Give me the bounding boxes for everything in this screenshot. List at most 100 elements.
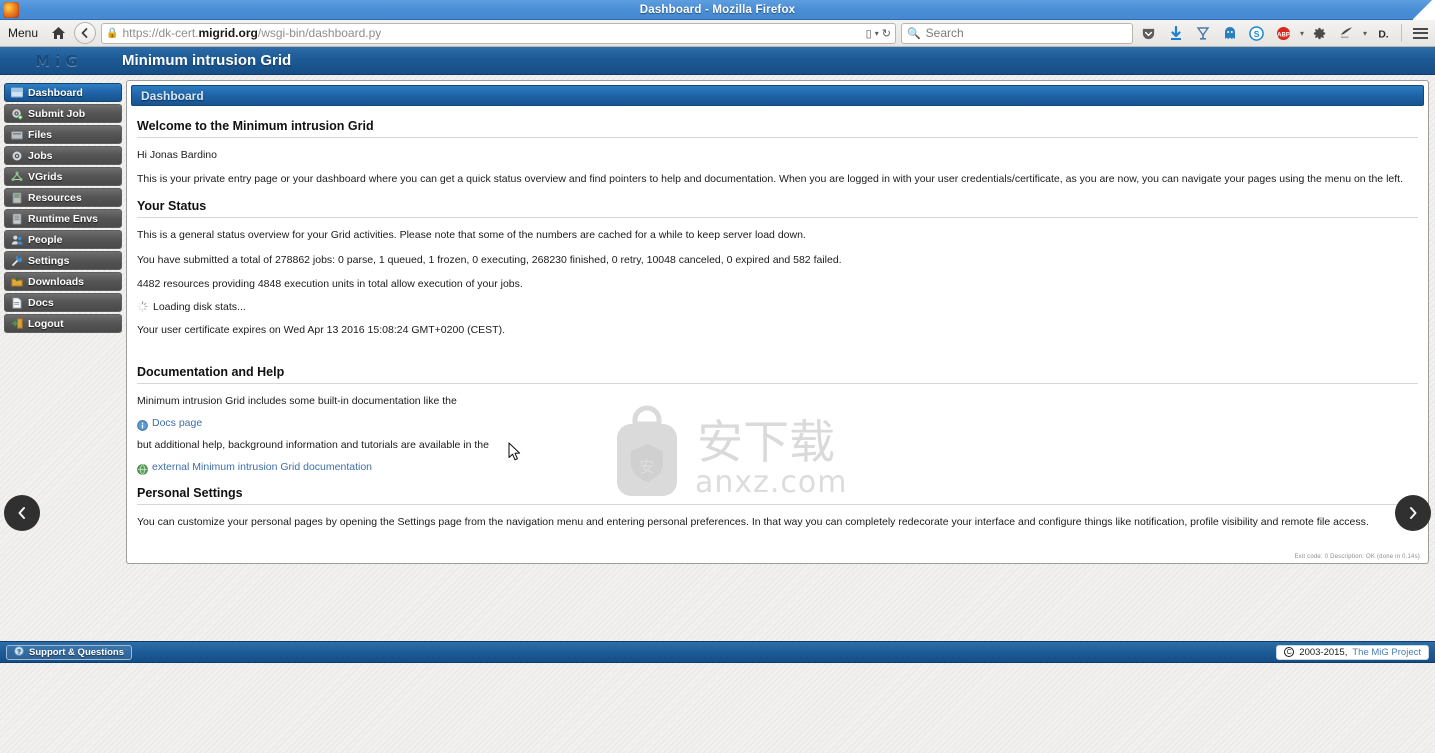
lock-icon: 🔒 — [106, 27, 119, 39]
toolbar-divider — [1401, 24, 1402, 42]
site-title: Minimum intrusion Grid — [122, 52, 292, 69]
welcome-heading: Welcome to the Minimum intrusion Grid — [137, 119, 374, 133]
docs-page-link[interactable]: Docs page — [152, 417, 202, 429]
docs-heading: Documentation and Help — [137, 365, 285, 380]
address-bar-actions: ▯ ▾ ↻ — [866, 27, 891, 40]
sidebar-item-label: Docs — [28, 296, 54, 309]
sidebar-item-people[interactable]: People — [4, 230, 122, 249]
sidebar-item-logout[interactable]: Logout — [4, 314, 122, 333]
reader-mode-icon[interactable]: ▯ — [866, 27, 872, 40]
carousel-prev-button[interactable] — [4, 495, 40, 531]
resources-icon — [11, 191, 23, 204]
sidebar-item-label: VGrids — [28, 170, 63, 183]
flash-chevron-down-icon[interactable]: ▾ — [1363, 29, 1367, 38]
sidebar-item-label: Downloads — [28, 275, 85, 288]
ghostery-icon[interactable] — [1219, 22, 1241, 44]
support-questions-label: Support & Questions — [29, 646, 124, 658]
sidebar-item-docs[interactable]: Docs — [4, 293, 122, 312]
intro-text: This is your private entry page or your … — [137, 173, 1403, 186]
site-header: MiG Minimum intrusion Grid — [0, 47, 1435, 75]
sidebar-item-label: Submit Job — [28, 107, 86, 120]
adblock-icon[interactable]: ABP — [1273, 22, 1295, 44]
section-divider — [137, 383, 1418, 385]
sidebar-item-label: Resources — [28, 191, 82, 204]
sidebar-item-files[interactable]: Files — [4, 125, 122, 144]
search-placeholder: Search — [925, 26, 964, 40]
docs-icon — [11, 296, 23, 309]
support-icon: ? — [14, 645, 24, 659]
gear-icon[interactable] — [1309, 22, 1331, 44]
sidebar-item-runtime-envs[interactable]: Runtime Envs — [4, 209, 122, 228]
docs-middle-text: but additional help, background informat… — [137, 439, 489, 452]
menu-button[interactable]: Menu — [4, 25, 42, 41]
status-heading: Your Status — [137, 199, 207, 214]
chevron-down-icon[interactable]: ▾ — [875, 29, 879, 38]
carousel-next-button[interactable] — [1395, 495, 1431, 531]
people-icon — [11, 234, 23, 246]
skype-icon[interactable]: S — [1246, 22, 1268, 44]
sidebar-item-dashboard[interactable]: Dashboard — [4, 83, 122, 102]
sidebar-item-submit-job[interactable]: Submit Job — [4, 104, 122, 123]
back-button[interactable] — [74, 22, 97, 44]
flash-icon[interactable] — [1336, 22, 1358, 44]
sidebar-item-settings[interactable]: Settings — [4, 251, 122, 270]
external-docs-link-row[interactable]: external Minimum intrusion Grid document… — [137, 461, 1418, 475]
jobs-icon — [11, 150, 23, 162]
sidebar-item-label: Jobs — [28, 149, 53, 162]
sidebar-item-jobs[interactable]: Jobs — [4, 146, 122, 165]
mig-project-link[interactable]: The MiG Project — [1352, 647, 1421, 658]
certificate-expiry-text: Your user certificate expires on Wed Apr… — [137, 323, 505, 336]
sidebar-item-downloads[interactable]: Downloads — [4, 272, 122, 291]
downloads-icon — [11, 276, 23, 288]
hamburger-menu-icon[interactable] — [1409, 22, 1431, 44]
external-docs-link[interactable]: external Minimum intrusion Grid document… — [152, 461, 372, 473]
window-corner-decoration — [1413, 0, 1435, 20]
main-content-panel: Dashboard Welcome to the Minimum intrusi… — [126, 80, 1429, 564]
section-divider — [137, 504, 1418, 506]
copyright-years: 2003-2015, — [1299, 646, 1348, 658]
exit-code-text: Exit code: 0 Description: OK (done in 0.… — [1294, 554, 1420, 560]
docs-intro-text: Minimum intrusion Grid includes some bui… — [137, 395, 457, 408]
personal-settings-text: You can customize your personal pages by… — [137, 516, 1369, 529]
disk-stats-row: Loading disk stats... — [137, 301, 1418, 313]
url-prefix: https://dk-cert. — [122, 26, 199, 40]
mig-logo[interactable]: MiG — [0, 52, 118, 70]
personal-settings-heading: Personal Settings — [137, 486, 243, 501]
sidebar-item-vgrids[interactable]: VGrids — [4, 167, 122, 186]
svg-text:S: S — [1254, 28, 1260, 38]
search-bar[interactable]: 🔍 Search — [900, 22, 1133, 44]
firefox-logo-icon — [3, 2, 19, 18]
browser-title-bar: Dashboard - Mozilla Firefox — [0, 0, 1435, 20]
chevron-right-icon — [1410, 507, 1417, 519]
pocket-icon[interactable] — [1138, 22, 1160, 44]
search-icon: 🔍 — [906, 27, 921, 40]
svg-text:?: ? — [17, 648, 21, 655]
reload-icon[interactable]: ↻ — [882, 27, 891, 40]
home-icon[interactable] — [47, 22, 69, 44]
jobs-status-text: You have submitted a total of 278862 job… — [137, 253, 842, 266]
downloads-icon[interactable] — [1165, 22, 1187, 44]
chevron-left-icon — [18, 507, 25, 519]
docs-page-link-row[interactable]: Docs page — [137, 417, 1418, 431]
adblock-chevron-down-icon[interactable]: ▾ — [1300, 29, 1304, 38]
copyright-icon: C — [1284, 647, 1295, 657]
url-suffix: /wsgi-bin/dashboard.py — [257, 26, 382, 40]
sidebar-item-label: Logout — [28, 317, 64, 330]
support-questions-button[interactable]: ? Support & Questions — [6, 644, 132, 660]
sidebar-item-label: Dashboard — [28, 86, 83, 99]
window-title: Dashboard - Mozilla Firefox — [639, 3, 796, 16]
section-divider — [137, 217, 1418, 219]
copyright-badge: C 2003-2015, The MiG Project — [1276, 644, 1429, 660]
svg-text:D.: D. — [1378, 29, 1388, 40]
files-icon — [11, 129, 23, 141]
url-domain: migrid.org — [198, 26, 258, 40]
content-wrapper: Dashboard Submit Job Files Jobs VGrids R… — [0, 75, 1435, 575]
disconnect-icon[interactable]: D. — [1372, 22, 1394, 44]
svg-text:ABP: ABP — [1278, 31, 1291, 38]
browser-toolbar: Menu 🔒 https://dk-cert.migrid.org/wsgi-b… — [0, 20, 1435, 47]
trophy-icon[interactable] — [1192, 22, 1214, 44]
sidebar-item-resources[interactable]: Resources — [4, 188, 122, 207]
address-bar[interactable]: 🔒 https://dk-cert.migrid.org/wsgi-bin/da… — [101, 22, 896, 44]
greeting-text: Hi Jonas Bardino — [137, 149, 217, 161]
status-intro-text: This is a general status overview for yo… — [137, 229, 806, 242]
